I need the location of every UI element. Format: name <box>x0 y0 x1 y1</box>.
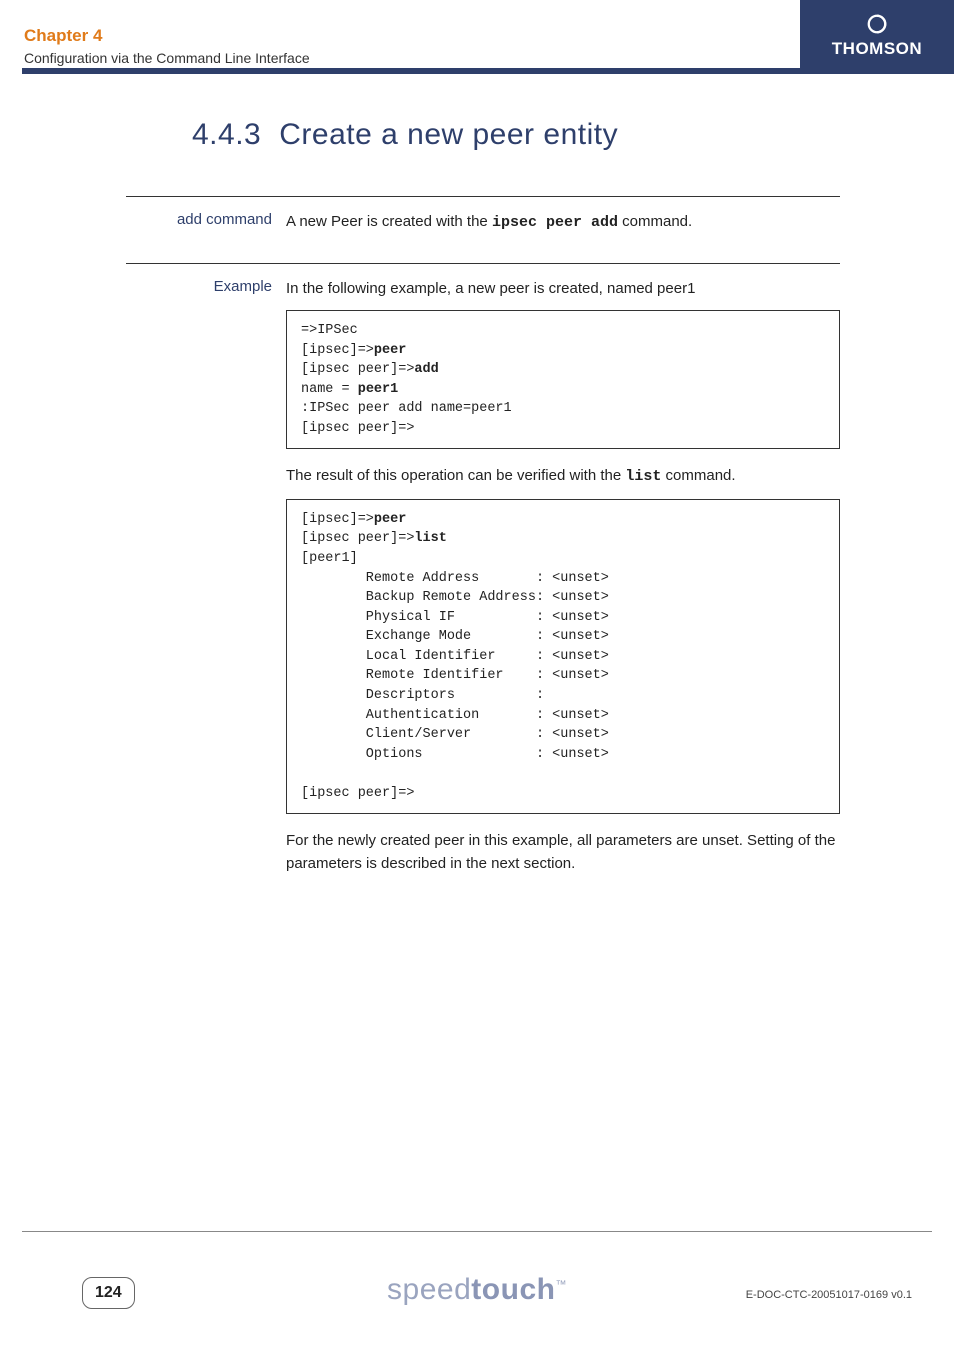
chapter-subtitle: Configuration via the Command Line Inter… <box>24 50 310 66</box>
example-intro: In the following example, a new peer is … <box>286 278 840 301</box>
example-conclusion: For the newly created peer in this examp… <box>286 830 840 875</box>
footer: 124 speedtouch™ E-DOC-CTC-20051017-0169 … <box>22 1231 932 1291</box>
section-heading: 4.4.3 Create a new peer entity <box>192 118 618 152</box>
row-label-example: Example <box>126 278 286 295</box>
row-add-command: add command A new Peer is created with t… <box>126 196 840 245</box>
section-title: Create a new peer entity <box>279 118 618 151</box>
row-body-add-command: A new Peer is created with the ipsec pee… <box>286 211 840 245</box>
code-block-1: =>IPSec [ipsec]=>peer [ipsec peer]=>add … <box>286 310 840 449</box>
chapter-title: Chapter 4 <box>24 26 310 46</box>
brand-name: THOMSON <box>832 39 922 59</box>
content-area: add command A new Peer is created with t… <box>126 196 840 897</box>
add-command-text: A new Peer is created with the ipsec pee… <box>286 211 840 235</box>
doc-id: E-DOC-CTC-20051017-0169 v0.1 <box>746 1289 912 1301</box>
example-mid-text: The result of this operation can be veri… <box>286 465 840 489</box>
row-label-add-command: add command <box>126 211 286 228</box>
row-body-example: In the following example, a new peer is … <box>286 278 840 886</box>
row-example: Example In the following example, a new … <box>126 263 840 886</box>
header-bar: Chapter 4 Configuration via the Command … <box>22 0 954 74</box>
inline-code: ipsec peer add <box>492 214 618 231</box>
chapter-block: Chapter 4 Configuration via the Command … <box>24 26 310 66</box>
section-number: 4.4.3 <box>192 118 261 151</box>
inline-code: list <box>625 468 661 485</box>
brand-icon <box>866 13 888 35</box>
code-block-2: [ipsec]=>peer [ipsec peer]=>list [peer1]… <box>286 499 840 814</box>
brand-block: THOMSON <box>800 0 954 72</box>
